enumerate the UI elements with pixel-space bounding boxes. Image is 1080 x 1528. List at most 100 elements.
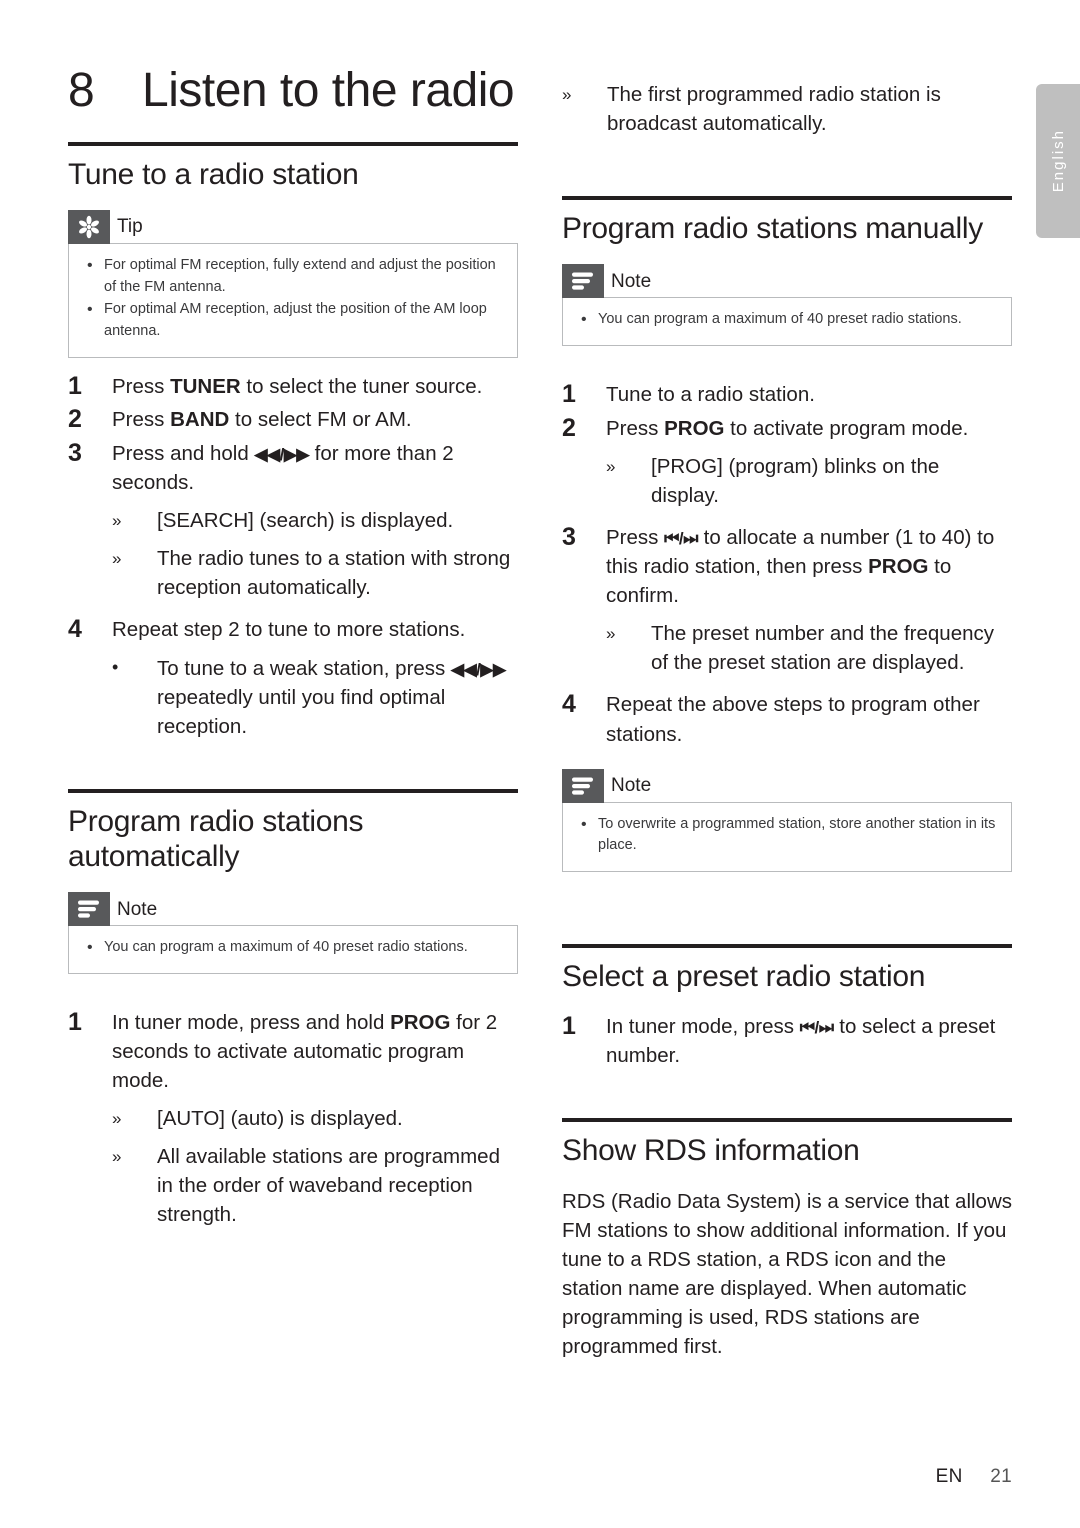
step-number: 2 (562, 413, 576, 442)
step-text: Press TUNER to select the tuner source. (112, 372, 518, 402)
rewind-forward-icon: ◀◀/▶▶ (254, 444, 309, 464)
section-heading-select-preset: Select a preset radio station (562, 960, 926, 994)
note-callout-header: Note (68, 892, 157, 927)
note-callout-header: Note (562, 264, 651, 299)
result-text-post: repeatedly until you find optimal recept… (157, 685, 446, 738)
section-rule (562, 944, 1012, 949)
result-marker: » (112, 1109, 122, 1129)
result-text-pre: To tune to a weak station, press (157, 656, 451, 680)
step-keyword: TUNER (170, 374, 241, 398)
step-text: Press and hold ◀◀/▶▶ for more than 2 sec… (112, 439, 518, 603)
step-text-pre: In tuner mode, press (606, 1015, 800, 1039)
right-column: » The first programmed radio station is … (562, 64, 1012, 1361)
list-item: For optimal FM reception, fully extend a… (83, 254, 503, 299)
result-item: • To tune to a weak station, press ◀◀/▶▶… (112, 654, 518, 741)
section-rule (562, 196, 1012, 201)
manual-program-steps-list: 1 Tune to a radio station. 2 Press PROG … (562, 380, 1012, 749)
step-text-post: to select FM or AM. (229, 408, 412, 432)
page-footer: EN 21 (936, 1466, 1012, 1488)
result-marker: » (112, 549, 122, 569)
note-callout: Note To overwrite a programmed station, … (562, 768, 1012, 873)
language-side-tab: English (1036, 84, 1080, 238)
list-item: You can program a maximum of 40 preset r… (577, 308, 997, 332)
auto-program-steps-list: 1 In tuner mode, press and hold PROG for… (68, 1008, 518, 1230)
result-text: To tune to a weak station, press ◀◀/▶▶ r… (157, 654, 518, 741)
result-marker: » (606, 456, 616, 476)
step-text: In tuner mode, press ⏮/⏭ to select a pre… (606, 1012, 1012, 1070)
step-text: Press PROG to activate program mode. » [… (606, 414, 1012, 510)
step-text: Repeat the above steps to program other … (606, 693, 980, 746)
section-heading-auto-program: Program radio stations automatically (68, 804, 364, 873)
step-number: 3 (562, 522, 576, 551)
step-item: 1 In tuner mode, press ⏮/⏭ to select a p… (562, 1012, 1012, 1070)
section-heading-rds: Show RDS information (562, 1134, 860, 1168)
step-results-list: » The preset number and the frequency of… (606, 619, 1012, 677)
two-column-layout: 8 Listen to the radio Tune to a radio st… (68, 64, 1012, 1361)
tip-callout-label: Tip (117, 216, 143, 238)
note-lines-icon (68, 892, 110, 927)
result-marker: » (562, 85, 572, 104)
step-text-pre: Press and hold (112, 441, 255, 465)
step-text: In tuner mode, press and hold PROG for 2… (112, 1008, 518, 1230)
step-item: 1 Press TUNER to select the tuner source… (68, 372, 518, 402)
prev-next-track-icon: ⏮/⏭ (664, 528, 698, 548)
chapter-title-text: Listen to the radio (142, 64, 515, 117)
list-item: For optimal AM reception, adjust the pos… (83, 298, 503, 343)
note-callout-label: Note (611, 775, 652, 797)
step-keyword: BAND (170, 408, 230, 432)
step-results-list: » [PROG] (program) blinks on the display… (606, 452, 1012, 510)
step-item: 2 Press PROG to activate program mode. »… (562, 414, 1012, 510)
step-keyword: PROG (868, 555, 929, 578)
prev-next-track-icon: ⏮/⏭ (799, 1018, 834, 1038)
note-callout-body: To overwrite a programmed station, store… (562, 801, 1012, 873)
result-text: [AUTO] (auto) is displayed. (157, 1107, 403, 1131)
step-item: 1 Tune to a radio station. (562, 380, 1012, 410)
note-callout-header: Note (562, 768, 652, 803)
step-text-post: to activate program mode. (724, 416, 969, 440)
step-keyword: PROG (664, 416, 725, 440)
result-text: The preset number and the frequency of t… (651, 622, 995, 675)
step-text-pre: Press (606, 416, 665, 440)
chapter-number: 8 (68, 64, 95, 117)
step-text: Press BAND to select FM or AM. (112, 405, 518, 435)
language-label: English (1049, 129, 1067, 193)
footer-page-number: 21 (990, 1466, 1012, 1487)
note-callout-body: You can program a maximum of 40 preset r… (68, 925, 518, 974)
note-callout-body: You can program a maximum of 40 preset r… (562, 297, 1012, 347)
section-rule (68, 788, 518, 793)
tip-asterisk-icon (68, 209, 110, 244)
note-callout: Note You can program a maximum of 40 pre… (562, 264, 1012, 347)
result-item: » [SEARCH] (search) is displayed. (112, 506, 518, 535)
section-heading-manual-program: Program radio stations manually (562, 212, 983, 246)
list-item: You can program a maximum of 40 preset r… (83, 936, 503, 960)
step-item: 1 In tuner mode, press and hold PROG for… (68, 1008, 518, 1230)
step-text-pre: Press (112, 408, 171, 432)
result-item: » The radio tunes to a station with stro… (112, 544, 518, 602)
left-column: 8 Listen to the radio Tune to a radio st… (68, 64, 518, 1361)
step-item: 3 Press and hold ◀◀/▶▶ for more than 2 s… (68, 439, 518, 603)
section-rule (562, 1118, 1012, 1123)
result-marker: • (112, 656, 119, 677)
footer-language-code: EN (935, 1466, 963, 1487)
step-item: 3 Press ⏮/⏭ to allocate a number (1 to 4… (562, 523, 1012, 678)
tip-callout: Tip For optimal FM reception, fully exte… (68, 209, 518, 358)
step-text: Tune to a radio station. (606, 383, 815, 407)
step-text: Press ⏮/⏭ to allocate a number (1 to 40)… (606, 523, 1012, 678)
step-number: 2 (68, 405, 82, 434)
section-rule (68, 141, 518, 146)
step-number: 4 (68, 615, 82, 644)
tune-steps-list: 1 Press TUNER to select the tuner source… (68, 372, 518, 741)
result-text: [PROG] (program) blinks on the display. (651, 454, 940, 507)
step-number: 1 (68, 371, 82, 400)
manual-page: English 8 Listen to the radio Tune to a … (0, 0, 1080, 1528)
step-number: 1 (562, 380, 576, 409)
step-results-list: » [AUTO] (auto) is displayed. » All avai… (112, 1104, 518, 1229)
chapter-title: 8 Listen to the radio (68, 64, 518, 118)
list-item: To overwrite a programmed station, store… (577, 813, 997, 858)
note-lines-icon (562, 264, 604, 299)
step-results-list: » [SEARCH] (search) is displayed. » The … (112, 506, 518, 602)
step-item: 4 Repeat the above steps to program othe… (562, 690, 1012, 748)
result-text: The radio tunes to a station with strong… (157, 547, 511, 600)
tip-callout-body: For optimal FM reception, fully extend a… (68, 242, 518, 358)
rds-paragraph: RDS (Radio Data System) is a service tha… (562, 1189, 1013, 1359)
